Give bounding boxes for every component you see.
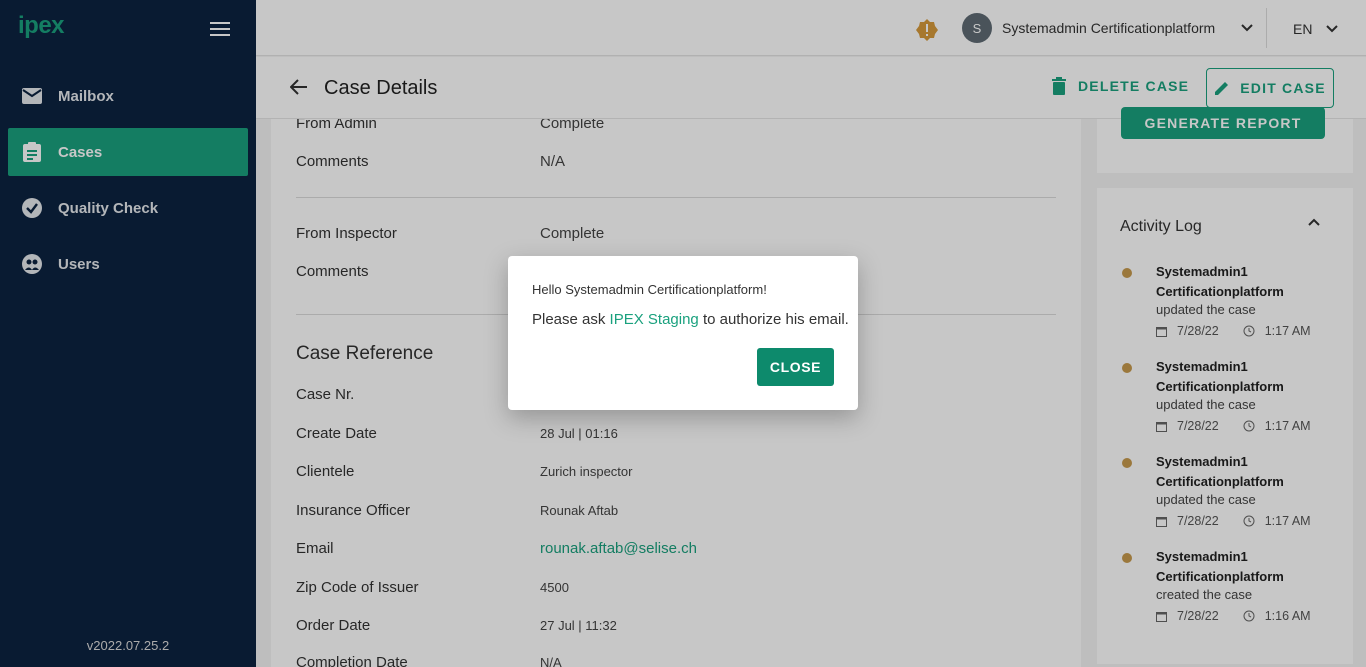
ipex-staging-link[interactable]: IPEX Staging xyxy=(610,311,699,328)
dialog-message-suffix: to authorize his email. xyxy=(698,311,849,328)
close-button[interactable]: CLOSE xyxy=(757,348,834,386)
dialog-message-prefix: Please ask xyxy=(532,311,610,328)
authorization-dialog: Hello Systemadmin Certificationplatform!… xyxy=(508,256,858,410)
dialog-message: Please ask IPEX Staging to authorize his… xyxy=(532,311,849,328)
dialog-greeting: Hello Systemadmin Certificationplatform! xyxy=(532,282,767,297)
